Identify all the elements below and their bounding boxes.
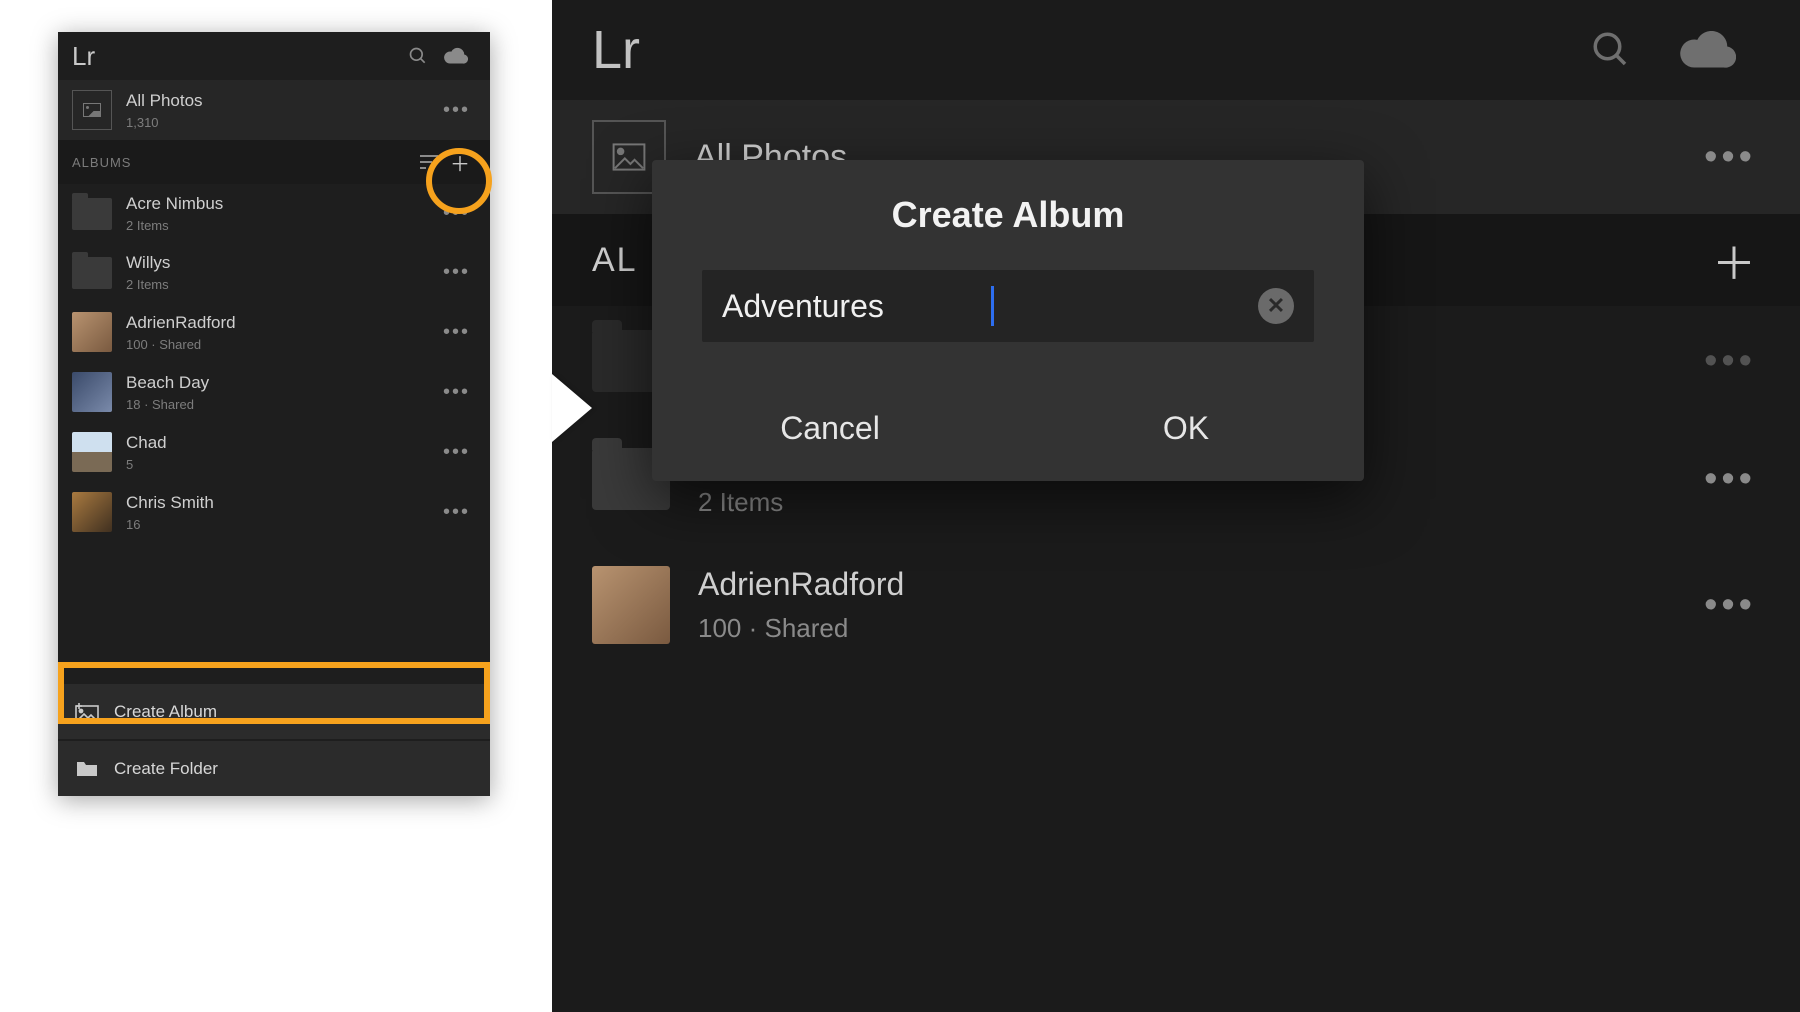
create-folder-action[interactable]: Create Folder [58,741,490,796]
album-name: Chris Smith [126,493,437,513]
lightroom-sidebar-zoom: Lr All Photos ••• AL ＋ [552,0,1800,1012]
app-logo: Lr [72,41,95,72]
album-thumbnail [72,312,112,352]
add-menu: Create Album Create Folder [58,684,490,796]
album-meta: 16 [126,517,437,532]
album-name-field[interactable]: Adventures ✕ [702,270,1314,342]
albums-header-label: AL [592,241,638,280]
album-meta: 18 · Shared [126,397,437,412]
albums-header: ALBUMS ＋ [58,140,490,184]
more-icon[interactable]: ••• [437,501,476,524]
create-folder-label: Create Folder [114,759,218,779]
album-row[interactable]: Willys 2 Items••• [58,243,490,302]
all-photos-count: 1,310 [126,115,437,130]
album-thumbnail [72,372,112,412]
app-header: Lr [58,32,490,80]
step-arrow-icon [552,374,592,442]
lightroom-sidebar: Lr All Photos 1,310 ••• ALBUMS ＋ [58,32,490,796]
more-icon[interactable]: ••• [437,261,476,284]
album-meta: 100 · Shared [126,337,437,352]
more-icon[interactable]: ••• [437,99,476,122]
album-row[interactable]: Acre Nimbus 2 Items••• [58,184,490,243]
clear-input-icon[interactable]: ✕ [1258,288,1294,324]
folder-icon [72,198,112,230]
photo-icon [72,90,112,130]
folder-icon [74,759,100,779]
sort-icon[interactable] [414,154,444,170]
album-row[interactable]: Chad 5••• [58,422,490,482]
album-thumbnail [592,566,670,644]
app-logo: Lr [592,19,640,81]
more-icon[interactable]: ••• [437,321,476,344]
more-icon[interactable]: ••• [437,381,476,404]
album-row[interactable]: Chris Smith 16••• [58,482,490,542]
albums-header-label: ALBUMS [72,155,131,170]
folder-icon [72,257,112,289]
dialog-title: Create Album [652,194,1364,236]
album-name: Chad [126,433,437,453]
album-row[interactable]: AdrienRadford 100 · Shared••• [552,542,1800,668]
search-icon[interactable] [1566,29,1656,71]
create-album-label: Create Album [114,702,217,722]
search-icon[interactable] [400,40,436,72]
ok-button[interactable]: OK [1008,382,1364,481]
album-name: Beach Day [126,373,437,393]
more-icon[interactable]: ••• [1704,458,1760,501]
album-meta: 100 · Shared [698,613,1704,644]
more-icon[interactable]: ••• [437,441,476,464]
more-icon[interactable]: ••• [1704,340,1760,383]
album-row[interactable]: Beach Day 18 · Shared••• [58,362,490,422]
album-meta: 2 Items [698,487,1704,518]
create-album-dialog: Create Album Adventures ✕ Cancel OK [652,160,1364,481]
album-name: AdrienRadford [698,566,1704,603]
more-icon[interactable]: ••• [437,202,476,225]
album-meta: 5 [126,457,437,472]
album-name: Acre Nimbus [126,194,437,214]
cloud-icon[interactable] [436,41,476,71]
all-photos-title: All Photos [126,91,437,111]
album-meta: 2 Items [126,277,437,292]
add-album-icon[interactable]: ＋ [444,148,476,177]
more-icon[interactable]: ••• [1704,136,1760,179]
app-header-zoom: Lr [552,0,1800,100]
add-album-icon[interactable]: ＋ [1708,228,1760,292]
album-row[interactable]: AdrienRadford 100 · Shared••• [58,302,490,362]
album-name: Willys [126,253,437,273]
add-photo-icon [74,702,100,722]
album-thumbnail [72,492,112,532]
all-photos-row[interactable]: All Photos 1,310 ••• [58,80,490,140]
cloud-icon[interactable] [1656,31,1760,69]
album-meta: 2 Items [126,218,437,233]
album-name-value: Adventures [722,288,987,325]
album-name: AdrienRadford [126,313,437,333]
create-album-action[interactable]: Create Album [58,684,490,739]
text-caret [991,286,994,326]
album-thumbnail [72,432,112,472]
cancel-button[interactable]: Cancel [652,382,1008,481]
more-icon[interactable]: ••• [1704,584,1760,627]
